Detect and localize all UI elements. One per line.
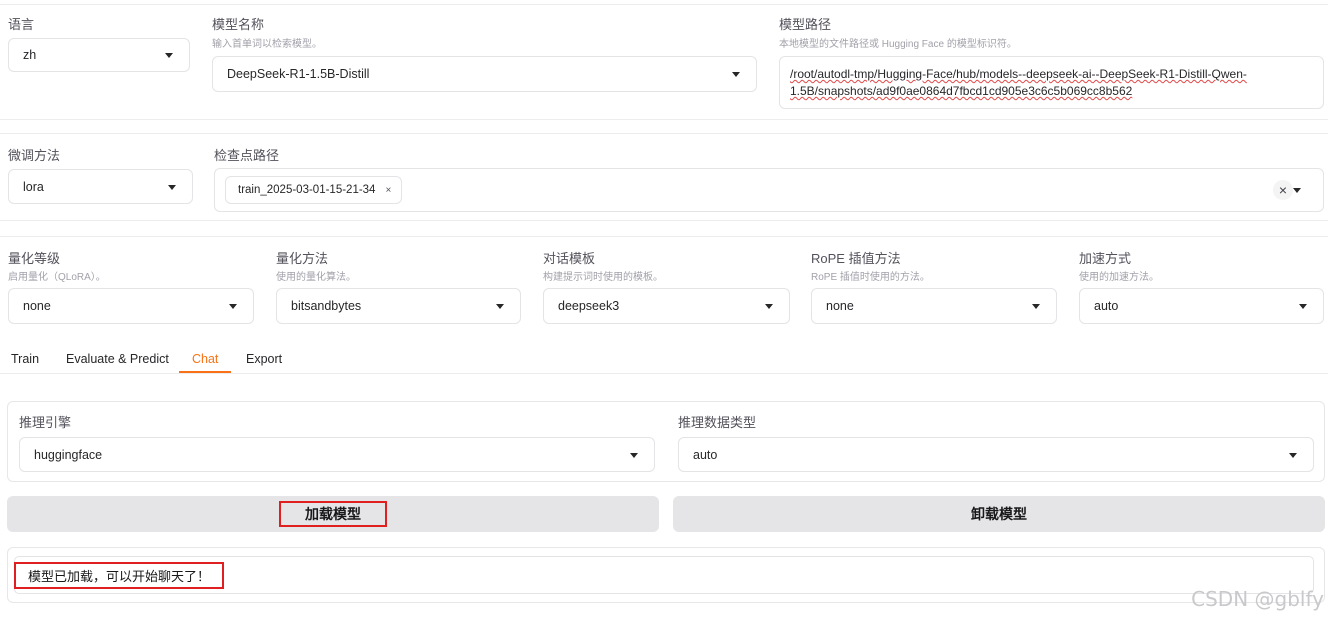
chevron-down-icon <box>1289 452 1297 458</box>
quant-bit-select[interactable]: none <box>8 288 254 324</box>
model-path-hint: 本地模型的文件路径或 Hugging Face 的模型标识符。 <box>779 39 1017 50</box>
infer-backend-select[interactable]: huggingface <box>19 437 655 472</box>
infer-dtype-label: 推理数据类型 <box>678 415 757 430</box>
model-path-input[interactable]: /root/autodl-tmp/Hugging-Face/hub/models… <box>779 56 1324 109</box>
tab-chat[interactable]: Chat <box>192 352 218 366</box>
clear-icon[interactable]: × <box>1273 180 1293 200</box>
rope-value: none <box>826 299 854 313</box>
rope-label: RoPE 插值方法 <box>811 251 901 266</box>
infer-dtype-select[interactable]: auto <box>678 437 1314 472</box>
infer-backend-value: huggingface <box>34 447 103 462</box>
chevron-down-icon <box>1032 304 1040 309</box>
quant-bit-value: none <box>23 299 51 313</box>
finetune-value: lora <box>23 179 44 194</box>
checkpoint-multiselect[interactable]: train_2025-03-01-15-21-34 × × <box>214 168 1324 212</box>
infer-backend-label: 推理引擎 <box>19 415 72 430</box>
quant-bit-label: 量化等级 <box>8 251 61 266</box>
load-model-label: 加载模型 <box>279 501 387 527</box>
chevron-down-icon <box>168 184 176 190</box>
chevron-down-icon <box>165 53 173 58</box>
chevron-down-icon <box>1299 304 1307 309</box>
language-select[interactable]: zh <box>8 38 190 72</box>
model-name-hint: 输入首单词以检索模型。 <box>212 39 322 50</box>
quant-method-value: bitsandbytes <box>291 299 362 313</box>
chevron-down-icon[interactable] <box>1293 188 1301 193</box>
divider <box>0 4 1328 5</box>
unload-model-button[interactable]: 卸载模型 <box>673 496 1325 532</box>
chevron-down-icon <box>732 72 740 77</box>
model-path-label: 模型路径 <box>779 17 832 32</box>
chevron-down-icon <box>630 452 638 458</box>
checkpoint-chip-label: train_2025-03-01-15-21-34 <box>238 184 376 196</box>
divider <box>0 373 1328 374</box>
template-value: deepseek3 <box>558 299 620 313</box>
close-icon[interactable]: × <box>385 185 391 196</box>
booster-value: auto <box>1094 299 1119 313</box>
language-value: zh <box>23 48 37 62</box>
model-name-label: 模型名称 <box>212 17 265 32</box>
infer-dtype-value: auto <box>693 447 718 462</box>
booster-select[interactable]: auto <box>1079 288 1324 324</box>
quant-method-hint: 使用的量化算法。 <box>276 272 356 283</box>
divider <box>0 220 1328 221</box>
tab-evaluate-predict[interactable]: Evaluate & Predict <box>66 352 169 366</box>
tab-train[interactable]: Train <box>11 352 39 366</box>
watermark: CSDN @gblfy <box>1191 587 1324 611</box>
quant-bit-hint: 启用量化（QLoRA）。 <box>8 272 106 283</box>
status-message: 模型已加载，可以开始聊天了！ <box>14 562 225 589</box>
model-path-line2: 1.5B/snapshots/ad9f0ae0864d7fbcd1cd905e3… <box>790 84 1133 98</box>
divider <box>0 236 1328 237</box>
chevron-down-icon <box>765 304 773 309</box>
load-model-button[interactable]: 加载模型 <box>7 496 659 532</box>
checkpoint-chip: train_2025-03-01-15-21-34 × <box>225 176 403 204</box>
tab-export[interactable]: Export <box>246 352 282 366</box>
finetune-label: 微调方法 <box>8 148 61 163</box>
template-label: 对话模板 <box>543 251 596 266</box>
template-hint: 构建提示词时使用的模板。 <box>543 272 663 283</box>
booster-hint: 使用的加速方法。 <box>1079 272 1159 283</box>
quant-method-select[interactable]: bitsandbytes <box>276 288 521 324</box>
divider <box>0 133 1328 134</box>
rope-hint: RoPE 插值时使用的方法。 <box>811 272 930 283</box>
booster-label: 加速方式 <box>1079 251 1132 266</box>
unload-model-label: 卸载模型 <box>971 506 1027 522</box>
model-name-value: DeepSeek-R1-1.5B-Distill <box>227 67 370 81</box>
model-name-select[interactable]: DeepSeek-R1-1.5B-Distill <box>212 56 757 92</box>
chevron-down-icon <box>496 304 504 309</box>
quant-method-label: 量化方法 <box>276 251 329 266</box>
checkpoint-label: 检查点路径 <box>214 148 280 163</box>
divider <box>0 119 1328 120</box>
chevron-down-icon <box>229 304 237 309</box>
model-path-line1: /root/autodl-tmp/Hugging-Face/hub/models… <box>790 67 1247 81</box>
language-label: 语言 <box>8 17 35 32</box>
template-select[interactable]: deepseek3 <box>543 288 790 324</box>
finetune-select[interactable]: lora <box>8 169 193 204</box>
rope-select[interactable]: none <box>811 288 1057 324</box>
